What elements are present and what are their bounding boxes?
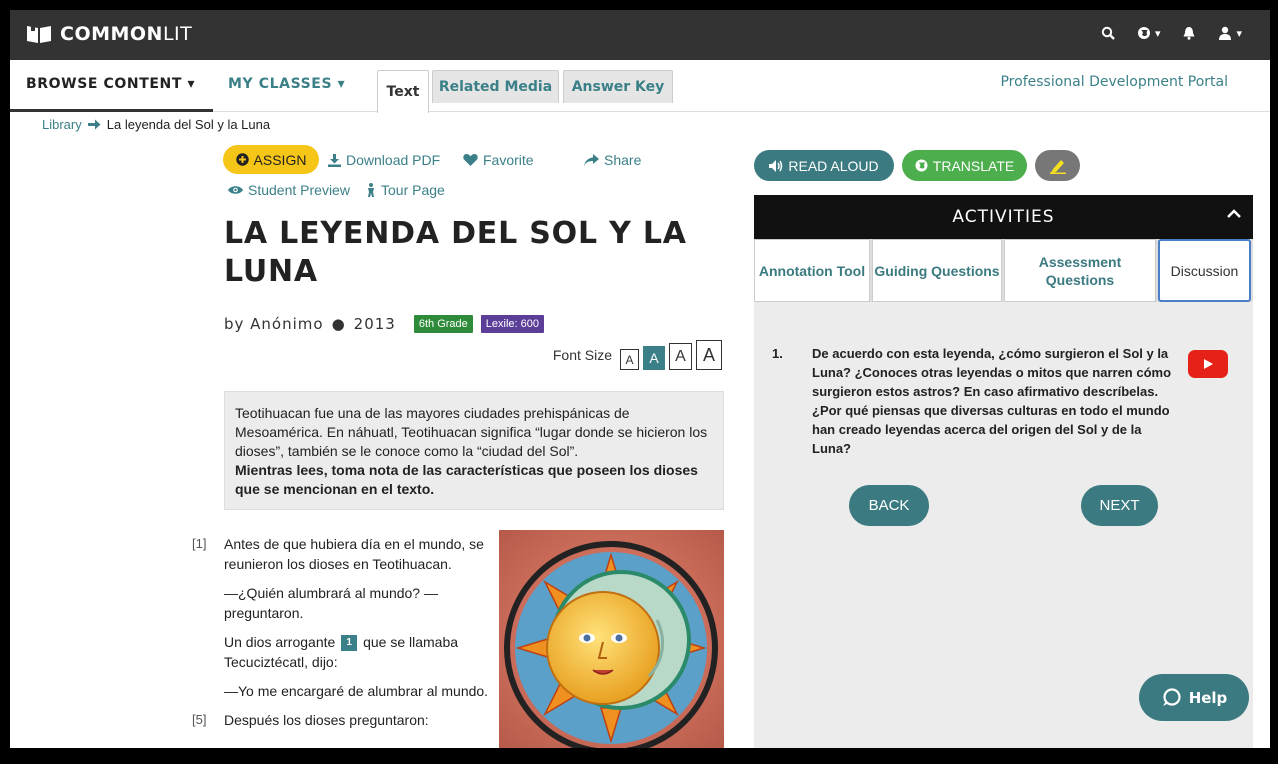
paragraph-number: [5] (192, 712, 207, 727)
youtube-play-icon[interactable] (1188, 350, 1228, 378)
favorite-link[interactable]: Favorite (463, 152, 534, 168)
speaker-icon (769, 159, 783, 172)
tab-guiding-questions[interactable]: Guiding Questions (872, 239, 1002, 302)
font-size-label: Font Size (552, 347, 612, 363)
my-classes-menu[interactable]: MY CLASSES ▾ (228, 76, 345, 92)
sun-moon-image (499, 530, 724, 748)
intro-text: Teotihuacan fue una de las mayores ciuda… (235, 405, 708, 459)
app-window: COMMON LIT ▾ ▾ BROWSE CONTENT ▾ MY CLASSE… (10, 10, 1270, 748)
download-pdf-label: Download PDF (346, 152, 441, 168)
breadcrumb-current: La leyenda del Sol y la Luna (106, 117, 271, 132)
activities-header[interactable]: ACTIVITIES (754, 195, 1253, 239)
bell-icon[interactable] (1182, 26, 1196, 40)
font-size-xlarge[interactable]: A (696, 340, 722, 370)
eye-icon (228, 186, 243, 194)
paragraph-text: Antes de que hubiera día en el mundo, se… (224, 536, 484, 572)
professional-development-link[interactable]: Professional Development Portal (1000, 74, 1228, 90)
paragraph: —Yo me encargaré de alumbrar al mundo. (192, 681, 492, 701)
footnote-badge[interactable]: 1 (341, 635, 358, 652)
chat-bubble-icon (1162, 687, 1181, 706)
download-pdf-link[interactable]: Download PDF (328, 152, 440, 168)
paragraph-number: [1] (192, 536, 207, 551)
passage: [1] Antes de que hubiera día en el mundo… (192, 534, 492, 739)
book-icon (27, 25, 51, 43)
logo-text-light: LIT (162, 23, 193, 45)
user-icon[interactable]: ▾ (1218, 26, 1242, 40)
tour-page-label: Tour Page (381, 182, 445, 198)
student-preview-label: Student Preview (248, 182, 350, 198)
paragraph: [5] Después los dioses preguntaron: (192, 710, 492, 730)
intro-box: Teotihuacan fue una de las mayores ciuda… (224, 391, 724, 510)
paragraph-text: —¿Quién alumbrará al mundo? —preguntaron… (224, 585, 438, 621)
top-bar: COMMON LIT ▾ ▾ (10, 10, 1270, 60)
breadcrumb-library[interactable]: Library (42, 117, 82, 132)
activities-title: ACTIVITIES (952, 207, 1055, 227)
bullet-separator: ● (331, 315, 346, 333)
person-icon (368, 183, 374, 197)
highlight-button[interactable] (1035, 150, 1080, 181)
download-icon (328, 153, 341, 167)
browse-content-menu[interactable]: BROWSE CONTENT ▾ (26, 76, 195, 92)
favorite-label: Favorite (483, 152, 534, 168)
logo-text-bold: COMMON (60, 23, 163, 45)
intro-instruction: Mientras lees, toma nota de las caracter… (235, 462, 698, 497)
arrow-right-icon (87, 119, 101, 130)
back-button[interactable]: BACK (849, 485, 929, 526)
translate-label: TRANSLATE (932, 157, 1015, 174)
assign-label: ASSIGN (253, 151, 307, 168)
byline: by Anónimo ● 2013 6th Grade Lexile: 600 (224, 315, 544, 333)
help-label: Help (1188, 688, 1228, 707)
grade-badge: 6th Grade (413, 315, 473, 333)
read-aloud-button[interactable]: READ ALOUD (754, 150, 894, 181)
read-aloud-label: READ ALOUD (788, 157, 879, 174)
question-number: 1. (772, 346, 783, 361)
font-size-small[interactable]: A (620, 349, 639, 370)
tab-answer-key[interactable]: Answer Key (563, 70, 673, 103)
student-preview-link[interactable]: Student Preview (228, 182, 350, 198)
font-size-medium[interactable]: A (643, 346, 665, 370)
paragraph-text: Un dios arrogante (224, 634, 336, 650)
font-size-control: Font Size A A A A (553, 340, 722, 370)
plus-circle-icon (235, 153, 249, 166)
next-button[interactable]: NEXT (1081, 485, 1158, 526)
help-button[interactable]: Help (1139, 674, 1249, 721)
search-icon[interactable] (1101, 26, 1115, 40)
share-arrow-icon (584, 154, 599, 166)
tab-assessment-questions[interactable]: Assessment Questions (1004, 239, 1156, 302)
heart-icon (463, 154, 478, 166)
logo[interactable]: COMMON LIT (26, 23, 192, 45)
paragraph: Un dios arrogante 1 que se llamaba Tecuc… (192, 632, 492, 672)
author: by Anónimo (224, 315, 324, 333)
translate-button[interactable]: TRANSLATE (902, 150, 1027, 181)
year: 2013 (353, 315, 396, 333)
paragraph-text: —Yo me encargaré de alumbrar al mundo. (224, 683, 489, 699)
activity-tabs: Annotation Tool Guiding Questions Assess… (754, 239, 1253, 302)
globe-icon[interactable]: ▾ (1137, 26, 1160, 40)
tab-annotation-tool[interactable]: Annotation Tool (754, 239, 870, 302)
highlighter-icon (1049, 159, 1066, 174)
breadcrumb: Library La leyenda del Sol y la Luna (42, 117, 270, 132)
paragraph: —¿Quién alumbrará al mundo? —preguntaron… (192, 583, 492, 623)
tour-page-link[interactable]: Tour Page (366, 182, 445, 198)
tab-text[interactable]: Text (377, 70, 429, 113)
share-link[interactable]: Share (584, 152, 641, 168)
nav-row: BROWSE CONTENT ▾ MY CLASSES ▾ Text Relat… (10, 60, 1270, 113)
tab-discussion[interactable]: Discussion (1158, 239, 1251, 302)
page-title: LA LEYENDA DEL SOL Y LA LUNA (224, 216, 687, 289)
tab-related-media[interactable]: Related Media (432, 70, 559, 103)
paragraph: [1] Antes de que hubiera día en el mundo… (192, 534, 492, 574)
paragraph-text: Después los dioses preguntaron: (224, 712, 429, 728)
top-icons: ▾ ▾ (1101, 26, 1242, 40)
question-text: De acuerdo con esta leyenda, ¿cómo surgi… (812, 346, 1172, 456)
globe-icon (915, 159, 928, 172)
lexile-badge: Lexile: 600 (480, 315, 544, 333)
chevron-up-icon[interactable] (1227, 209, 1241, 219)
font-size-large[interactable]: A (669, 343, 692, 370)
active-nav-underline (10, 109, 213, 112)
assign-button[interactable]: ASSIGN (223, 145, 319, 174)
share-label: Share (604, 152, 642, 168)
